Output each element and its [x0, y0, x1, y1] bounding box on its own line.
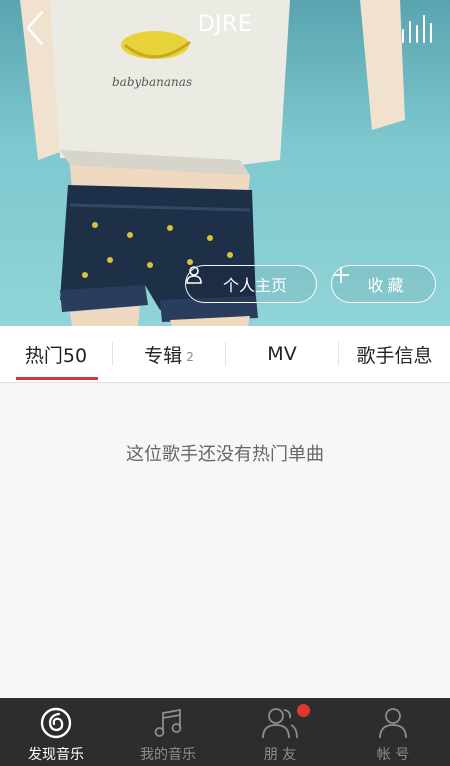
- artist-name: DJRE: [197, 12, 253, 37]
- nav-label: 帐 号: [376, 747, 410, 763]
- tab-count: 2: [186, 350, 194, 364]
- svg-text:babybananas: babybananas: [112, 75, 192, 89]
- account-icon: [376, 706, 410, 744]
- nav-friends[interactable]: 朋 友: [224, 698, 336, 766]
- tab-label: 歌手信息: [356, 344, 433, 367]
- nav-label: 发现音乐: [28, 747, 84, 763]
- active-tab-indicator: [16, 377, 98, 380]
- profile-button-label: 个人主页: [222, 276, 287, 295]
- tab-label: MV: [267, 343, 297, 365]
- notification-badge: [297, 704, 310, 717]
- nav-discover[interactable]: 发现音乐: [0, 698, 112, 766]
- tab-albums[interactable]: 专辑 2: [113, 326, 225, 382]
- nav-my-music[interactable]: 我的音乐: [112, 698, 224, 766]
- netease-music-icon: [39, 706, 73, 744]
- profile-button[interactable]: 个人主页: [185, 265, 317, 303]
- now-playing-button[interactable]: [400, 12, 434, 44]
- nav-label: 我的音乐: [140, 747, 196, 763]
- top-bar: DJRE: [0, 0, 450, 56]
- bottom-nav: 发现音乐 我的音乐 朋 友 帐 号: [0, 698, 450, 766]
- music-note-icon: [151, 706, 185, 744]
- nav-account[interactable]: 帐 号: [336, 698, 450, 766]
- favorite-button[interactable]: 收藏: [331, 265, 436, 303]
- empty-state-message: 这位歌手还没有热门单曲: [126, 444, 324, 465]
- favorite-button-label: 收藏: [367, 276, 408, 295]
- equalizer-icon: [402, 15, 432, 43]
- tab-label: 专辑: [144, 344, 183, 367]
- friends-icon: [260, 706, 300, 744]
- tab-artist-info[interactable]: 歌手信息: [339, 326, 450, 382]
- artist-cover-image: babybananas DJRE 个人主页 收藏: [0, 0, 450, 326]
- tab-hot50[interactable]: 热门50: [0, 326, 112, 382]
- artist-tabs: 热门50 专辑 2 MV 歌手信息: [0, 326, 450, 383]
- tab-mv[interactable]: MV: [226, 326, 338, 382]
- tab-label: 热门50: [24, 344, 88, 367]
- nav-label: 朋 友: [263, 747, 297, 763]
